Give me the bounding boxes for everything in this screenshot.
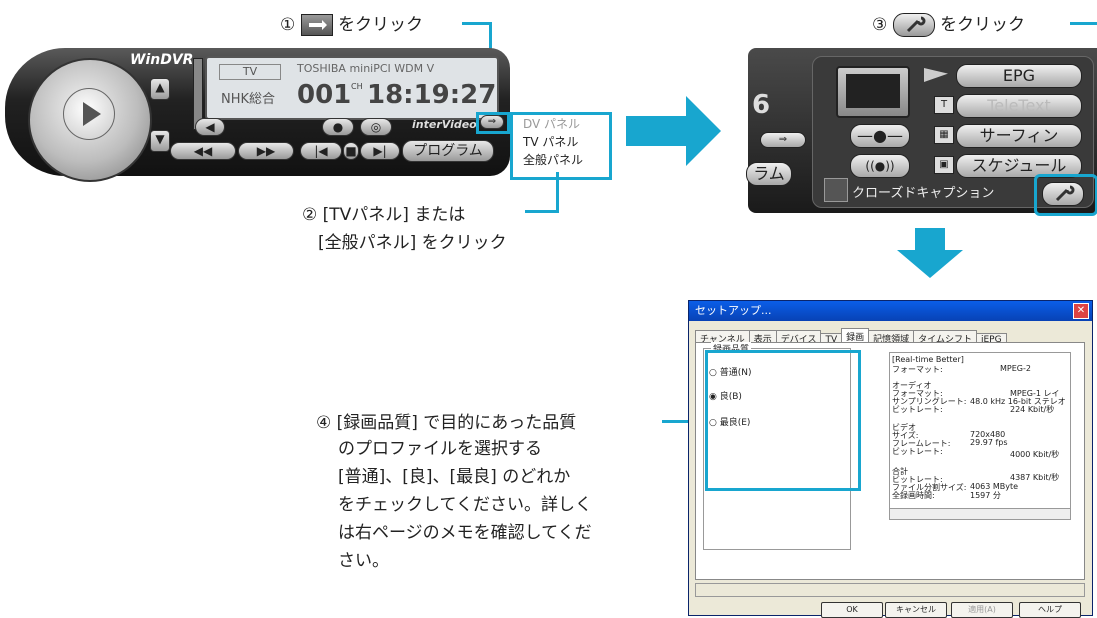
- panel-menu: DV パネル TV パネル 全般パネル: [510, 112, 612, 180]
- grid-icon: ▦: [934, 126, 954, 144]
- channel-suffix: CH: [351, 82, 363, 91]
- down-arrow-icon: [897, 228, 963, 278]
- play-button[interactable]: [63, 88, 115, 140]
- dialog-title: セットアップ...: [689, 301, 1092, 321]
- snapshot-button[interactable]: ◎: [360, 118, 392, 136]
- channel-down-button[interactable]: ▼: [150, 130, 170, 152]
- connector-line: [556, 172, 559, 212]
- quality-highlight: [705, 350, 861, 491]
- profile-info-box: [Real-time Better] フォーマット: MPEG-2 オーディオ …: [889, 352, 1071, 520]
- station-name: NHK総合: [221, 92, 276, 107]
- cancel-button[interactable]: キャンセル: [885, 602, 947, 618]
- caption-checkbox[interactable]: [824, 178, 848, 202]
- menu-item-tv-panel[interactable]: TV パネル: [513, 133, 609, 151]
- horizontal-scrollbar[interactable]: [889, 508, 1071, 520]
- step2-line1: ② [TVパネル] または: [302, 205, 466, 225]
- info-key: [Real-time Better]: [892, 355, 964, 364]
- forward-button[interactable]: ▶▶: [238, 142, 294, 160]
- info-key: 全録画時間:: [892, 491, 935, 500]
- prev-button[interactable]: |◀: [300, 142, 342, 160]
- lcd-display: TV NHK総合 TOSHIBA miniPCI WDM V 001 CH 18…: [205, 56, 499, 120]
- info-value: 4000 Kbit/秒: [1010, 450, 1060, 459]
- info-value: 1597 分: [970, 491, 1001, 500]
- step4-body4: さい。: [338, 551, 389, 571]
- channel-up-button[interactable]: ▲: [150, 78, 170, 100]
- step1-label: ① をクリック: [280, 10, 423, 36]
- step4-body3: は右ページのメモを確認してくだ: [338, 523, 592, 543]
- step3-number: ③: [872, 15, 888, 35]
- info-value: 224 Kbit/秒: [1010, 405, 1055, 414]
- clock-readout: 18:19:27: [367, 80, 497, 110]
- info-key: ビットレート:: [892, 447, 943, 456]
- audio-button[interactable]: ((●)): [850, 154, 910, 178]
- rewind-button[interactable]: ◀◀: [170, 142, 236, 160]
- info-value: 29.97 fps: [970, 438, 1008, 447]
- wrench-icon: [892, 13, 935, 37]
- settings-wrench-button[interactable]: [1042, 182, 1084, 206]
- device-name: TOSHIBA miniPCI WDM V: [297, 62, 435, 75]
- step2-line2: [全般パネル] をクリック: [318, 233, 507, 253]
- panel-digit: 6: [752, 90, 771, 120]
- mute-button[interactable]: ◀: [195, 118, 225, 136]
- next-button[interactable]: ▶|: [360, 142, 400, 160]
- schedule-icon: ▣: [934, 156, 954, 174]
- wrench-icon: [1055, 185, 1075, 202]
- panel-arrow-icon: [300, 14, 333, 36]
- program-button[interactable]: プログラム: [402, 140, 494, 162]
- step1-text: をクリック: [338, 15, 424, 35]
- step1-number: ①: [280, 15, 296, 35]
- step4-body1: [普通]、[良]、[最良] のどれか: [338, 467, 571, 487]
- apply-button[interactable]: 適用(A): [951, 602, 1013, 618]
- record-button[interactable]: ●: [322, 118, 354, 136]
- info-key: ビットレート:: [892, 405, 943, 414]
- step4-line1: ④ [録画品質] で目的にあった品質: [316, 413, 577, 433]
- windvr-logo: WinDVR: [130, 52, 194, 68]
- right-arrow-icon: [626, 96, 721, 166]
- step3-label: ③ をクリック: [872, 10, 1025, 37]
- help-button[interactable]: ヘルプ: [1019, 602, 1081, 618]
- connector-line: [525, 210, 559, 213]
- step3-text: をクリック: [940, 15, 1026, 35]
- step4-body2: をチェックしてください。詳しく: [338, 495, 592, 515]
- channel-number: 001: [297, 80, 352, 110]
- channel-label: TV: [219, 64, 281, 80]
- surfing-button[interactable]: サーフィン: [956, 124, 1082, 148]
- step4-line2: のプロファイルを選択する: [338, 439, 542, 459]
- teletext-button[interactable]: TeleText: [956, 94, 1082, 118]
- program-button-fragment[interactable]: ラム: [746, 162, 792, 186]
- connector-line: [1070, 22, 1097, 25]
- connect-button[interactable]: —●—: [850, 124, 910, 148]
- info-value: MPEG-2: [1000, 364, 1031, 373]
- tv-icon: [836, 66, 910, 118]
- panel-toggle-button[interactable]: ⇒: [760, 132, 806, 148]
- panel-toggle-button[interactable]: ⇒: [480, 115, 504, 129]
- menu-item-general-panel[interactable]: 全般パネル: [513, 151, 609, 169]
- info-key: フォーマット:: [892, 365, 943, 374]
- status-bar: [695, 583, 1085, 597]
- menu-item-dv-panel[interactable]: DV パネル: [513, 115, 609, 133]
- caption-label: クローズドキャプション: [852, 186, 995, 201]
- epg-button[interactable]: EPG: [956, 64, 1082, 88]
- pause-button[interactable]: ■: [343, 142, 359, 160]
- intervideo-logo: interVideo: [412, 118, 477, 131]
- ok-button[interactable]: OK: [821, 602, 883, 618]
- connector-line: [462, 22, 492, 25]
- teletext-icon: T: [934, 96, 954, 114]
- close-icon[interactable]: ✕: [1073, 303, 1089, 319]
